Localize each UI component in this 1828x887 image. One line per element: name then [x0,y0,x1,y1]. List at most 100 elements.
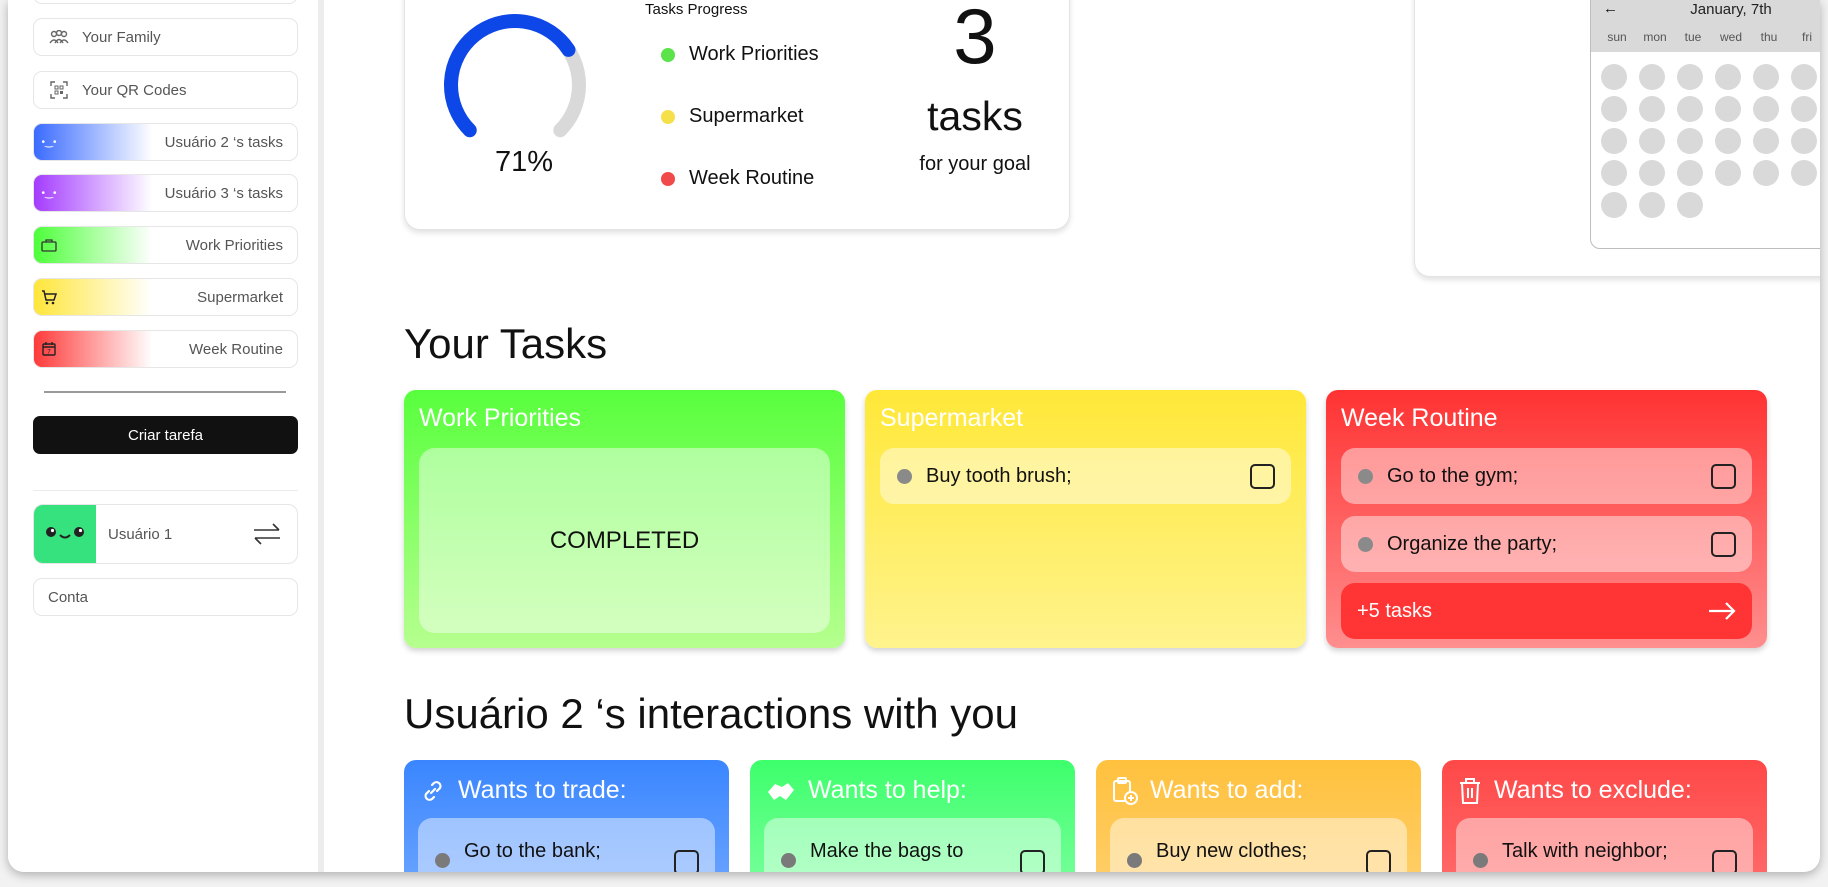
weekday-label: mon [1643,30,1667,44]
interaction-card-title: Wants to exclude: [1494,776,1692,804]
task-card-title: Work Priorities [419,404,582,432]
account-link[interactable]: Conta [33,578,298,616]
sidebar-item-label: Supermarket [197,288,283,306]
calendar-day[interactable] [1639,64,1665,90]
calendar-day[interactable] [1677,64,1703,90]
calendar-day[interactable] [1677,96,1703,122]
main-content: 71% Tasks Progress Work Priorities Super… [330,0,1820,872]
sidebar-item-qr-codes[interactable]: Your QR Codes [33,71,298,109]
calendar-day[interactable] [1677,128,1703,154]
sidebar-item-week-routine[interactable]: 7 Week Routine [33,330,298,368]
calendar-day[interactable] [1639,192,1665,218]
sidebar: Your Family Your QR Codes •‿• Usuário 2 … [8,0,324,872]
sidebar-item-family[interactable]: Your Family [33,18,298,56]
trash-icon [1460,777,1480,804]
more-tasks-button[interactable]: +5 tasks [1341,583,1752,639]
calendar-day[interactable] [1715,128,1741,154]
bullet-icon [435,853,450,868]
interaction-item[interactable]: Go to the bank; [418,818,715,872]
calendar: ← January, 7th → sun mon tue wed thu fri… [1590,0,1820,249]
sidebar-item-label: Week Routine [189,340,283,358]
sidebar-item-label: Your Family [82,28,161,46]
weekday-label: wed [1719,30,1742,44]
calendar-day[interactable] [1791,128,1817,154]
sidebar-item-label: Usuário 3 ‘s tasks [164,184,283,202]
interaction-card-exclude[interactable]: Wants to exclude: Talk with neighbor; [1442,760,1767,872]
calendar-day[interactable] [1715,160,1741,186]
calendar-day[interactable] [1601,64,1627,90]
briefcase-icon [34,227,64,263]
calendar-day[interactable] [1715,96,1741,122]
sidebar-item-work-priorities[interactable]: Work Priorities [33,226,298,264]
task-item[interactable]: Organize the party; [1341,516,1752,572]
interaction-card-trade[interactable]: Wants to trade: Go to the bank; [404,760,729,872]
weekday-row: sun mon tue wed thu fri sat [1599,30,1820,44]
handshake-icon [768,782,794,800]
interaction-card-add[interactable]: Wants to add: Buy new clothes; [1096,760,1421,872]
interaction-card-title: Wants to help: [808,776,967,804]
sidebar-item-usuario-3-tasks[interactable]: •‿• Usuário 3 ‘s tasks [33,174,298,212]
task-item-label: Go to the gym; [1387,464,1519,487]
swap-icon[interactable] [237,522,297,546]
calendar-day[interactable] [1753,64,1779,90]
bullet-icon [1358,468,1373,484]
calendar-day[interactable] [1753,96,1779,122]
task-card-work-priorities[interactable]: Work Priorities COMPLETED [404,390,845,648]
legend-label: Work Priorities [689,43,819,65]
calendar-day[interactable] [1601,96,1627,122]
progress-title: Tasks Progress [645,1,748,18]
interaction-card-help[interactable]: Wants to help: Make the bags to [750,760,1075,872]
interaction-checkbox[interactable] [1712,850,1737,872]
calendar-day[interactable] [1639,160,1665,186]
calendar-card: ← January, 7th → sun mon tue wed thu fri… [1414,0,1820,277]
user-switcher[interactable]: Usuário 1 [33,504,298,564]
sidebar-item-usuario-2-tasks[interactable]: •‿• Usuário 2 ‘s tasks [33,123,298,161]
calendar-day[interactable] [1639,128,1665,154]
sidebar-item-supermarket[interactable]: Supermarket [33,278,298,316]
interaction-item-label: Talk with neighbor; [1502,840,1668,862]
task-card-supermarket[interactable]: Supermarket Buy tooth brush; [865,390,1306,648]
family-icon [48,28,70,46]
task-checkbox[interactable] [1250,463,1275,489]
bullet-icon [1127,853,1142,868]
interaction-item[interactable]: Talk with neighbor; [1456,818,1753,872]
create-task-button[interactable]: Criar tarefa [33,416,298,454]
bullet-icon [1473,853,1488,868]
bullet-icon [1358,536,1373,552]
calendar-day[interactable] [1715,64,1741,90]
calendar-day[interactable] [1601,128,1627,154]
interaction-item-label: Go to the bank; [464,840,601,862]
arrow-right-icon [1709,602,1736,620]
interaction-checkbox[interactable] [1366,850,1391,872]
progress-gauge [444,14,586,138]
legend-dot [661,171,675,186]
calendar-day[interactable] [1791,64,1817,90]
task-card-week-routine[interactable]: Week Routine Go to the gym; Organize the… [1326,390,1767,648]
calendar-day[interactable] [1601,192,1627,218]
interaction-item-label: Buy new clothes; [1156,840,1308,862]
calendar-day[interactable] [1791,96,1817,122]
interaction-card-title: Wants to add: [1150,776,1304,804]
progress-percent: 71% [495,146,554,178]
interaction-checkbox[interactable] [1020,850,1045,872]
task-item-label: Organize the party; [1387,532,1558,555]
sidebar-item-cut[interactable] [33,0,298,4]
task-checkbox[interactable] [1711,531,1736,557]
calendar-day[interactable] [1677,192,1703,218]
calendar-day[interactable] [1677,160,1703,186]
task-checkbox[interactable] [1711,463,1736,489]
clipboard-add-icon [1113,776,1138,805]
interaction-item[interactable]: Buy new clothes; [1110,818,1407,872]
calendar-day[interactable] [1639,96,1665,122]
interaction-checkbox[interactable] [674,850,699,872]
interaction-item[interactable]: Make the bags to [764,818,1061,872]
calendar-day[interactable] [1791,160,1817,186]
more-tasks-label: +5 tasks [1357,599,1433,622]
app-window: Your Family Your QR Codes •‿• Usuário 2 … [8,0,1820,872]
weekday-label: sun [1607,30,1627,44]
task-item[interactable]: Go to the gym; [1341,448,1752,504]
calendar-day[interactable] [1601,160,1627,186]
calendar-day[interactable] [1753,160,1779,186]
task-item[interactable]: Buy tooth brush; [880,448,1291,504]
calendar-day[interactable] [1753,128,1779,154]
